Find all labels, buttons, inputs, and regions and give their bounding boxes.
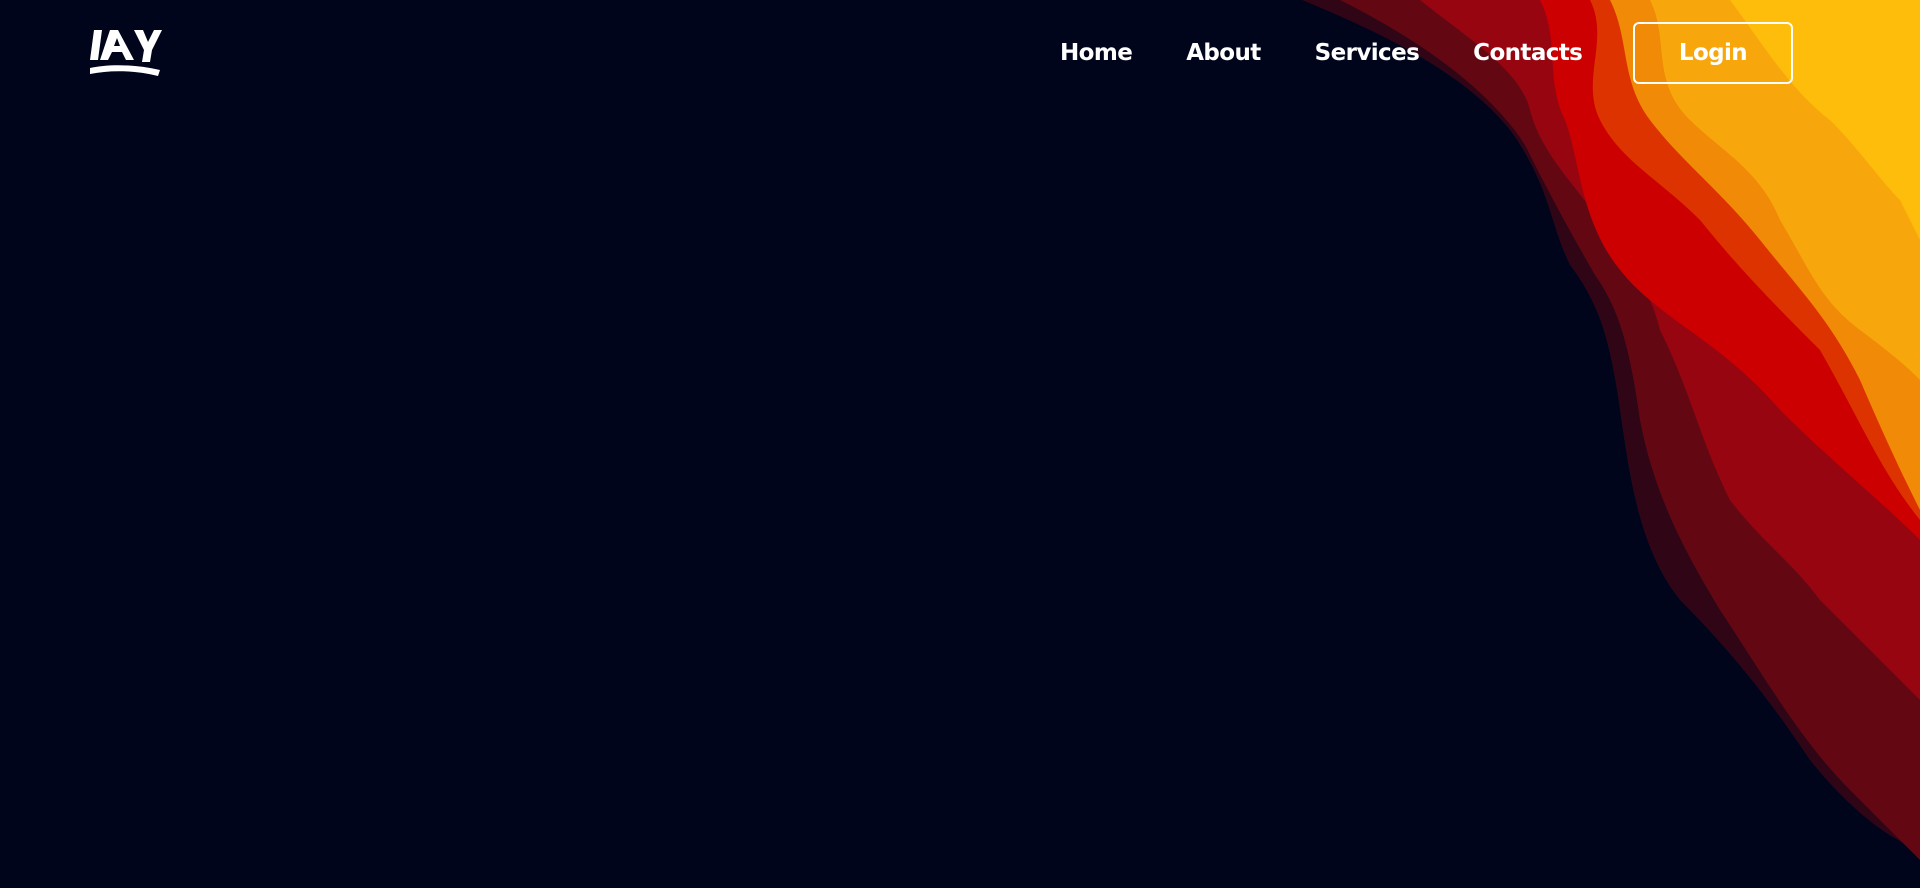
nav-link-home[interactable]: Home xyxy=(1060,40,1133,66)
nav-link-services[interactable]: Services xyxy=(1315,40,1420,66)
nav-links: Home About Services Contacts xyxy=(1060,22,1583,84)
nav-link-contacts[interactable]: Contacts xyxy=(1473,40,1583,66)
nav-link-about[interactable]: About xyxy=(1186,40,1261,66)
top-navbar: Home About Services Contacts Login xyxy=(0,0,1920,108)
lay-logo-icon[interactable] xyxy=(88,24,162,82)
layered-waves-background xyxy=(1302,0,1920,860)
landing-page: Home About Services Contacts Login xyxy=(0,0,1920,888)
login-button[interactable]: Login xyxy=(1633,22,1793,84)
